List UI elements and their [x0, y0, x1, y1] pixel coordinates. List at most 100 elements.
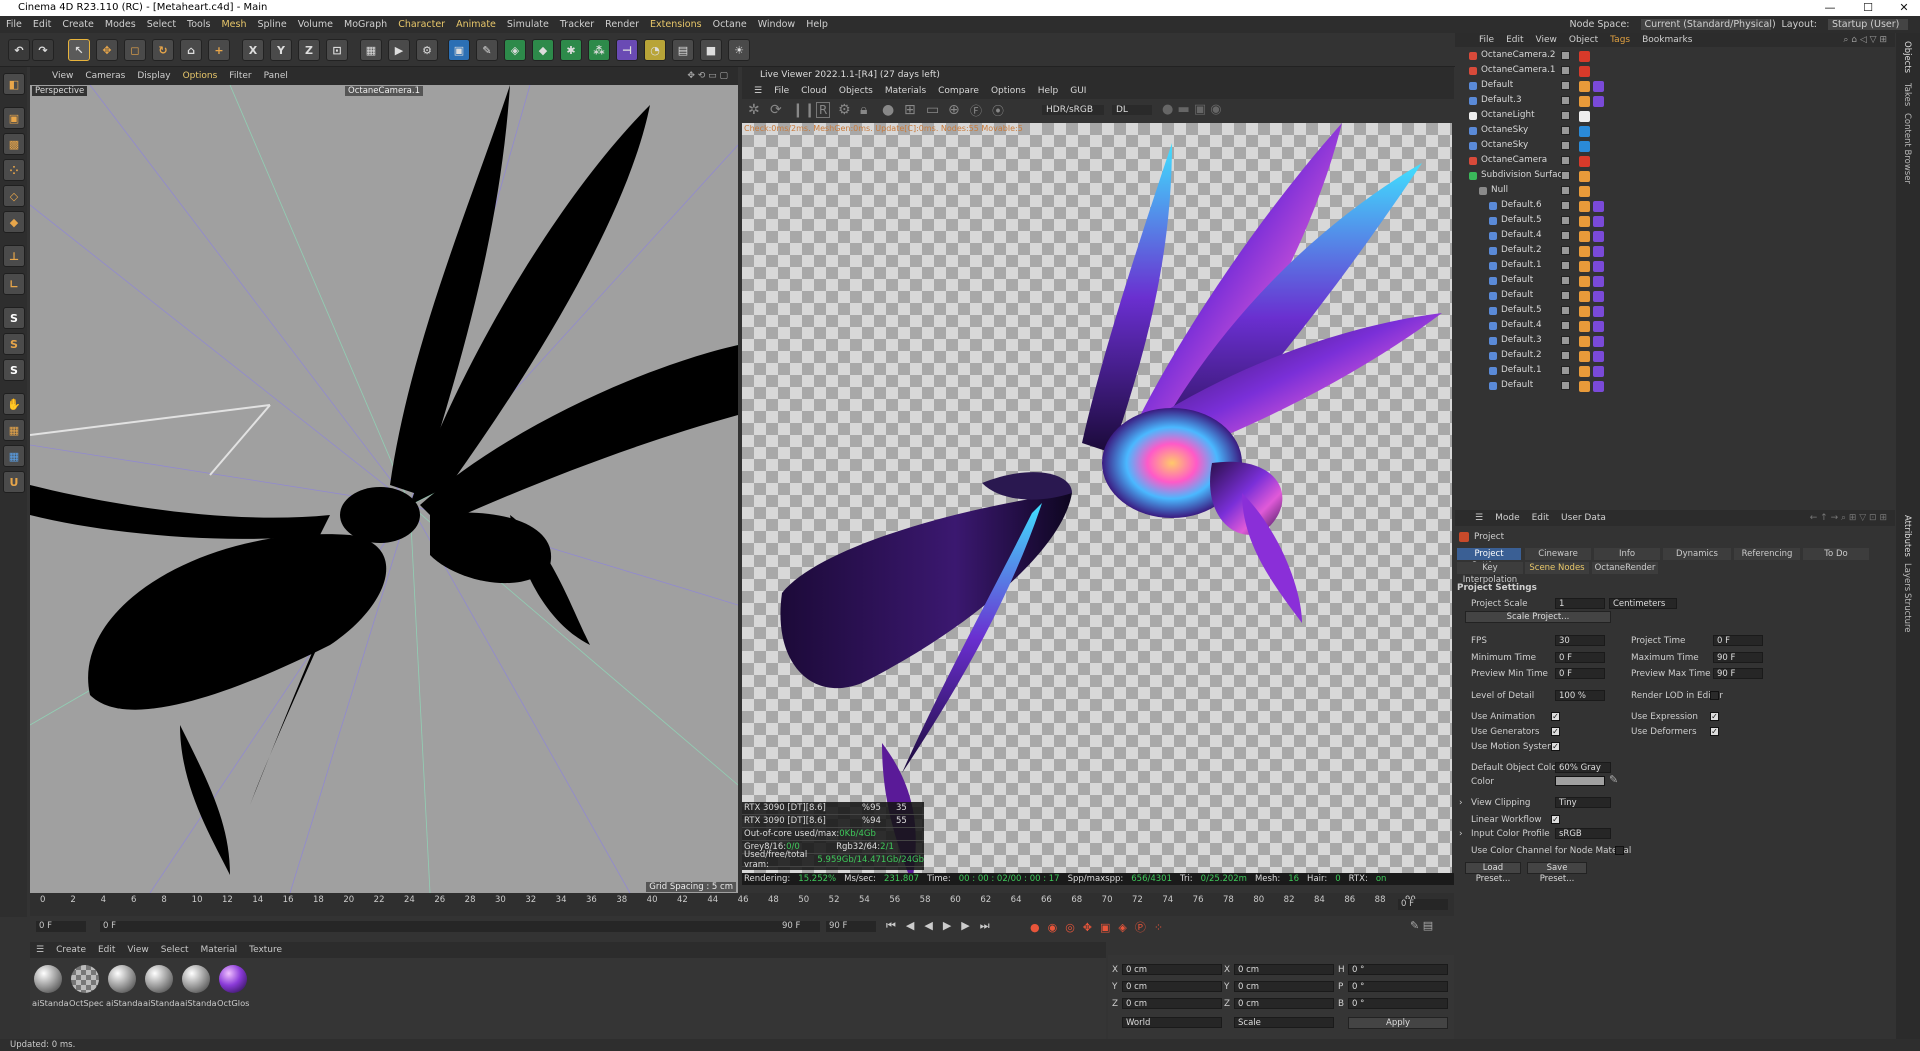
material-tag-icon[interactable] — [1593, 351, 1604, 362]
input-color-profile-select[interactable]: sRGB — [1555, 828, 1611, 839]
axis-mode-button[interactable]: ⊥ — [3, 245, 25, 267]
view-clipping-select[interactable]: Tiny — [1555, 797, 1611, 808]
menu-tracker[interactable]: Tracker — [560, 19, 594, 30]
menu-mesh[interactable]: Mesh — [221, 19, 246, 30]
use-color-channel-checkbox[interactable] — [1615, 846, 1624, 855]
material-tag-icon[interactable] — [1593, 321, 1604, 332]
magnet-button[interactable]: U — [3, 471, 25, 493]
visibility-toggle[interactable] — [1561, 141, 1570, 150]
lv-menu-help[interactable]: Help — [1038, 86, 1059, 96]
viewport-menu-filter[interactable]: Filter — [229, 71, 251, 81]
max-time-field[interactable]: 90 F — [1713, 652, 1763, 663]
obj-menu-tags[interactable]: Tags — [1610, 35, 1630, 45]
viewport-nav-icons[interactable]: ✥ ⟲ ▭ ▢ — [687, 71, 728, 81]
live-viewer-render[interactable]: Check:0ms/2ms. MeshGen:0ms. Update[C]:0m… — [742, 123, 1452, 883]
object-name[interactable]: Default.2 — [1501, 350, 1542, 360]
make-editable-button[interactable]: ◧ — [3, 73, 25, 95]
render-lod-checkbox[interactable] — [1710, 691, 1719, 700]
material-tag-icon[interactable] — [1593, 81, 1604, 92]
tab-dynamics[interactable]: Dynamics — [1663, 548, 1731, 560]
coord-space-select[interactable]: World — [1122, 1017, 1222, 1028]
maximize-button[interactable]: ☐ — [1850, 0, 1886, 16]
lv-region-select-icon[interactable]: ⊞ — [904, 102, 916, 118]
coord-z-field[interactable]: 0 cm — [1122, 998, 1222, 1009]
solo-hierarchy-button[interactable]: S — [3, 333, 25, 355]
coordinate-system-button[interactable]: ⊡ — [326, 39, 348, 61]
tab-scene-nodes[interactable]: Scene Nodes — [1525, 562, 1589, 574]
object-row[interactable]: Default.5 — [1455, 214, 1895, 229]
x-axis-button[interactable]: X — [242, 39, 264, 61]
solo-button[interactable]: S — [3, 307, 25, 329]
edge-mode-button[interactable]: ◇ — [3, 185, 25, 207]
object-name[interactable]: OctaneCamera.2 — [1481, 50, 1556, 60]
lv-extra-icons[interactable]: ● ▬ ▣ ◉ — [1162, 102, 1222, 117]
object-name[interactable]: Default.3 — [1501, 335, 1542, 345]
use-deformers-checkbox[interactable]: ✓ — [1710, 727, 1719, 736]
lv-menu-file[interactable]: File — [774, 86, 789, 96]
side-tab-objects[interactable]: Objects — [1902, 41, 1912, 73]
visibility-toggle[interactable] — [1561, 246, 1570, 255]
object-name[interactable]: Null — [1491, 185, 1508, 195]
object-tag-icon[interactable] — [1579, 351, 1590, 362]
object-tag-icon[interactable] — [1579, 96, 1590, 107]
menu-tools[interactable]: Tools — [187, 19, 210, 30]
mat-menu-create[interactable]: Create — [56, 945, 86, 955]
visibility-toggle[interactable] — [1561, 201, 1570, 210]
size-x-field[interactable]: 0 cm — [1234, 964, 1334, 975]
lv-clay-icon[interactable]: ● — [882, 102, 894, 118]
node-space-select[interactable]: Current (Standard/Physical) — [1640, 19, 1776, 30]
lod-field[interactable]: 100 % — [1555, 690, 1605, 701]
subdivision-button[interactable]: ◈ — [504, 39, 526, 61]
lv-film-region-icon[interactable]: ▭ — [926, 102, 939, 118]
tab-referencing[interactable]: Referencing — [1734, 548, 1800, 560]
linear-workflow-checkbox[interactable]: ✓ — [1551, 815, 1560, 824]
object-row[interactable]: Default.2 — [1455, 349, 1895, 364]
object-name[interactable]: OctaneLight — [1481, 110, 1535, 120]
obj-menu-bookmarks[interactable]: Bookmarks — [1642, 35, 1692, 45]
field-button[interactable]: ◔ — [644, 39, 666, 61]
light-button[interactable]: ☀ — [728, 39, 750, 61]
material-tag-icon[interactable] — [1593, 336, 1604, 347]
use-motion-checkbox[interactable]: ✓ — [1551, 742, 1560, 751]
side-tab-content-browser[interactable]: Content Browser — [1902, 113, 1912, 184]
object-tag-icon[interactable] — [1579, 231, 1590, 242]
object-row[interactable]: Default.4 — [1455, 229, 1895, 244]
rotate-button[interactable]: ↻ — [152, 39, 174, 61]
lv-region-icon[interactable]: R — [816, 102, 831, 118]
material-tag-icon[interactable] — [1593, 231, 1604, 242]
object-row[interactable]: Default.6 — [1455, 199, 1895, 214]
menu-spline[interactable]: Spline — [257, 19, 286, 30]
material-tag-icon[interactable] — [1593, 366, 1604, 377]
rot-b-field[interactable]: 0 ° — [1348, 998, 1448, 1009]
object-tag-icon[interactable] — [1579, 306, 1590, 317]
viewport-menu-view[interactable]: View — [52, 71, 73, 81]
object-name[interactable]: Default.4 — [1501, 320, 1542, 330]
lv-kernel-select[interactable]: DL — [1112, 105, 1152, 115]
z-axis-button[interactable]: Z — [298, 39, 320, 61]
object-name[interactable]: Default.1 — [1501, 365, 1542, 375]
object-tag-icon[interactable] — [1579, 381, 1590, 392]
color-swatch[interactable] — [1555, 776, 1605, 786]
visibility-toggle[interactable] — [1561, 81, 1570, 90]
use-generators-checkbox[interactable]: ✓ — [1551, 727, 1560, 736]
attr-menu-mode[interactable]: Mode — [1495, 513, 1520, 523]
camera-button[interactable]: ■ — [700, 39, 722, 61]
object-name[interactable]: Default.2 — [1501, 245, 1542, 255]
fps-field[interactable]: 30 — [1555, 635, 1605, 646]
object-name[interactable]: Default — [1501, 290, 1533, 300]
use-animation-checkbox[interactable]: ✓ — [1551, 712, 1560, 721]
object-row[interactable]: Default — [1455, 289, 1895, 304]
attr-menu-edit[interactable]: Edit — [1532, 513, 1549, 523]
preview-range-slider[interactable]: 0 F — [100, 921, 820, 932]
texture-mode-button[interactable]: ▩ — [3, 133, 25, 155]
object-row[interactable]: Default — [1455, 79, 1895, 94]
object-name[interactable]: Default.6 — [1501, 200, 1542, 210]
object-tag-icon[interactable] — [1579, 186, 1590, 197]
layout-select[interactable]: Startup (User) — [1828, 19, 1908, 30]
viewport-menu-panel[interactable]: Panel — [264, 71, 288, 81]
side-tab-attributes[interactable]: Attributes — [1902, 515, 1912, 557]
scale-button[interactable]: ◻ — [124, 39, 146, 61]
material-swatch[interactable] — [142, 962, 176, 996]
menu-help[interactable]: Help — [806, 19, 828, 30]
visibility-toggle[interactable] — [1561, 321, 1570, 330]
